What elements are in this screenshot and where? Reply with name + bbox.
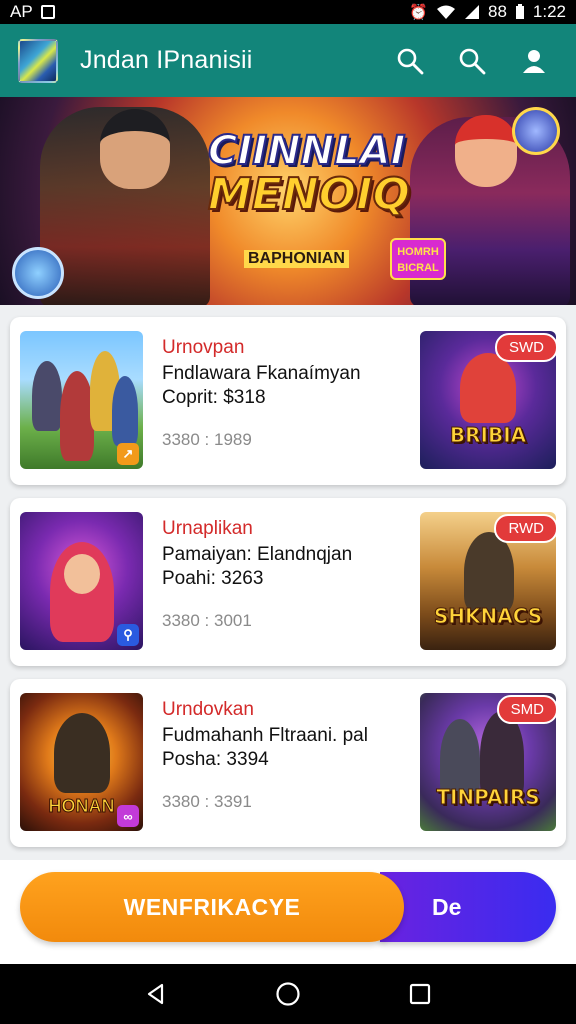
card-title: Fudmahanh Fltraani. pal xyxy=(162,725,368,746)
banner-orb-right xyxy=(512,107,560,155)
promo-tag: SMD xyxy=(496,695,556,724)
card-price: Coprit: $318 xyxy=(162,387,266,408)
wifi-icon xyxy=(436,5,455,19)
card-meta: 3380 : 1989 xyxy=(162,430,252,449)
thumb-badge: ↗ xyxy=(117,443,139,465)
promo-image[interactable]: TINPAIRS SMD xyxy=(420,693,556,831)
promo-label: TINPAIRS xyxy=(436,785,540,810)
promo-image[interactable]: SHKNACS RWD xyxy=(420,512,556,650)
card-price: Posha: 3394 xyxy=(162,749,269,770)
card-title: Pamaiyan: Elandnqjan xyxy=(162,544,353,565)
search-button-secondary[interactable] xyxy=(448,37,496,85)
banner-hero-right-head xyxy=(455,115,517,187)
back-button[interactable] xyxy=(132,970,180,1018)
home-icon xyxy=(276,982,300,1006)
search-icon xyxy=(459,48,486,74)
home-button[interactable] xyxy=(264,970,312,1018)
thumb-badge: ∞ xyxy=(117,805,139,827)
signal-icon xyxy=(464,5,479,19)
recents-icon xyxy=(409,983,431,1005)
notification-icon xyxy=(40,5,55,19)
battery-icon xyxy=(515,4,524,19)
promo-image[interactable]: BRIBIA SWD xyxy=(420,331,556,469)
thumb-badge: ⚲ xyxy=(117,624,139,646)
back-icon xyxy=(147,983,164,1005)
clock: 1:22 xyxy=(532,2,566,21)
primary-action-button[interactable]: WENFRIKACYE xyxy=(20,872,404,942)
card-category: Urndovkan xyxy=(162,699,254,720)
game-card[interactable]: ⚲ Urnaplikan Pamaiyan: Elandnqjan Poahi:… xyxy=(10,498,566,666)
banner-title-line1: CIINNLAI xyxy=(207,128,406,174)
game-thumbnail: HONAN ∞ xyxy=(20,693,143,831)
status-left: AP xyxy=(10,2,55,22)
banner-orb-left xyxy=(12,247,64,299)
banner-title: CIINNLAI MENOIQ xyxy=(207,128,411,220)
card-meta: 3380 : 3001 xyxy=(162,611,252,630)
promo-tag: SWD xyxy=(495,333,556,362)
card-category: Urnaplikan xyxy=(162,518,253,539)
status-bar: AP ⏰ 88 1:22 xyxy=(0,0,576,24)
card-category: Urnovpan xyxy=(162,337,245,358)
system-nav-bar xyxy=(0,964,576,1024)
banner-title-line2: MENOIQ xyxy=(207,169,411,220)
banner-hero-left-head xyxy=(100,109,170,189)
card-price: Poahi: 3263 xyxy=(162,568,264,589)
bottom-action-bar: De WENFRIKACYE xyxy=(0,860,576,964)
banner-badge: HOMRH BICRAL xyxy=(390,238,446,280)
game-card[interactable]: ↗ Urnovpan Fndlawara Fkanaímyan Coprit: … xyxy=(10,317,566,485)
game-card[interactable]: HONAN ∞ Urndovkan Fudmahanh Fltraani. pa… xyxy=(10,679,566,847)
game-thumbnail: ⚲ xyxy=(20,512,143,650)
profile-button[interactable] xyxy=(510,37,558,85)
promo-label: SHKNACS xyxy=(433,604,543,629)
alarm-icon: ⏰ xyxy=(409,4,428,21)
battery-text: 88 xyxy=(487,2,507,21)
banner-subtitle: BAPHONIAN xyxy=(244,250,349,268)
app-title: Jndan IPnanisii xyxy=(80,46,253,74)
app-bar: Jndan IPnanisii xyxy=(0,24,576,97)
search-button[interactable] xyxy=(386,37,434,85)
carrier-label: AP xyxy=(10,2,33,21)
recents-button[interactable] xyxy=(396,970,444,1018)
promo-tag: RWD xyxy=(494,514,556,543)
promo-label: BRIBIA xyxy=(449,423,527,448)
secondary-action-button[interactable]: De xyxy=(380,872,556,942)
game-thumbnail: ↗ xyxy=(20,331,143,469)
search-icon xyxy=(397,48,424,74)
hero-banner[interactable]: CIINNLAI MENOIQ BAPHONIAN HOMRH BICRAL xyxy=(0,97,576,305)
profile-icon xyxy=(523,49,545,73)
app-logo xyxy=(18,38,58,83)
game-list: ↗ Urnovpan Fndlawara Fkanaímyan Coprit: … xyxy=(0,305,576,860)
card-meta: 3380 : 3391 xyxy=(162,792,252,811)
status-right: ⏰ 88 1:22 xyxy=(409,2,566,22)
card-title: Fndlawara Fkanaímyan xyxy=(162,363,361,384)
